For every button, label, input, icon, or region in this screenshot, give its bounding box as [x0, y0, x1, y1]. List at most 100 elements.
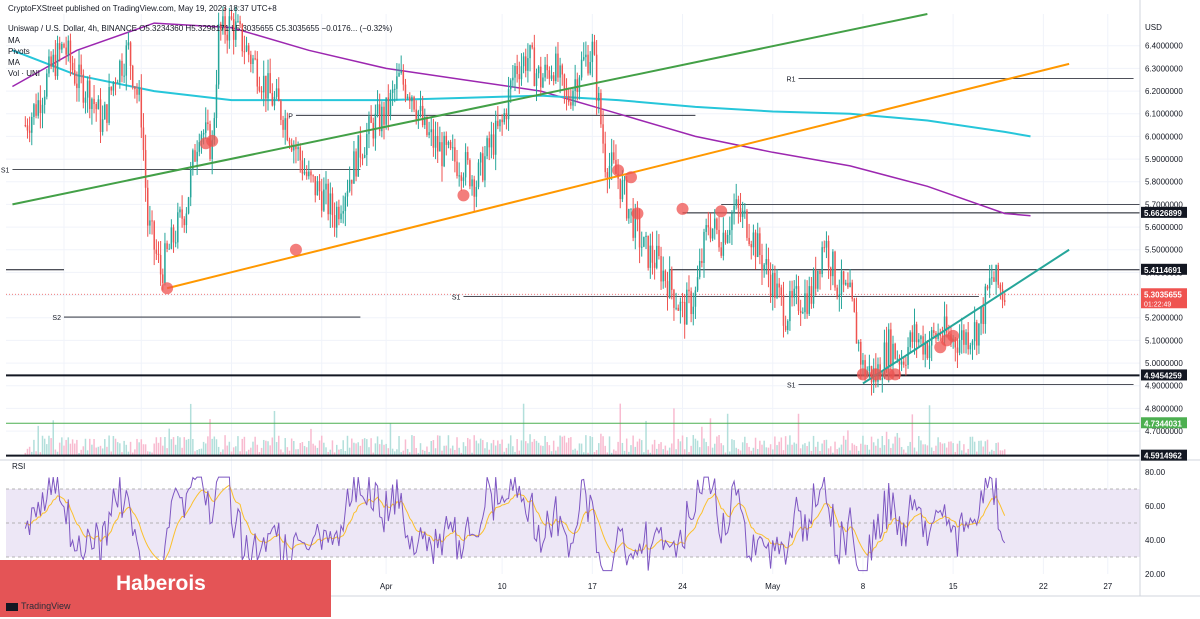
candle-body: [976, 322, 978, 346]
candle-body: [548, 70, 551, 79]
volume-bar: [864, 444, 866, 456]
candle-body: [963, 330, 965, 345]
price-tick-label: 5.1000000: [1145, 336, 1183, 345]
candle-body: [913, 324, 916, 342]
volume-bar: [207, 436, 209, 456]
candle-body: [613, 152, 615, 161]
candle-body: [323, 189, 325, 211]
volume-bar: [144, 444, 147, 456]
volume-bar: [542, 445, 544, 456]
volume-bar: [632, 435, 634, 456]
candle-body: [720, 247, 722, 256]
candle-body: [157, 253, 160, 255]
candle-body: [82, 74, 85, 103]
volume-bar: [823, 440, 826, 456]
candle-body: [1003, 300, 1006, 302]
volume-bar: [265, 440, 267, 456]
volume-bar: [48, 435, 50, 456]
candle-body: [67, 40, 70, 55]
candle-body: [817, 270, 819, 289]
candle-body: [802, 312, 804, 314]
candle-body: [237, 21, 239, 23]
candle-body: [374, 113, 377, 139]
candle-body: [651, 245, 654, 263]
volume-bar: [443, 445, 445, 456]
candle-body: [194, 150, 196, 162]
candle-body: [479, 153, 482, 163]
rsi-tick-label: 60.00: [1145, 502, 1166, 511]
volume-bar: [862, 435, 864, 456]
candle-body: [402, 71, 405, 85]
volume-bar: [561, 436, 564, 456]
indicator-ma[interactable]: MA: [8, 36, 20, 45]
volume-bar: [243, 436, 246, 456]
price-tick-label: 6.2000000: [1145, 87, 1183, 96]
volume-bar: [516, 439, 518, 456]
candle-body: [709, 227, 712, 239]
price-chart[interactable]: R1 P S1 S1 S2 S1 RSI USD 6.4000000 6.3000000 6.2…: [0, 0, 1200, 619]
indicator-ma-2[interactable]: MA: [8, 58, 20, 67]
indicator-pivots[interactable]: Pivots: [8, 47, 30, 56]
price-tick-label: 5.2000000: [1145, 314, 1183, 323]
volume-bar: [544, 435, 546, 456]
candle-body: [284, 118, 286, 130]
candle-body: [391, 89, 394, 93]
candle-body: [896, 358, 899, 360]
volume-bar: [621, 442, 624, 456]
candle-body: [204, 122, 207, 133]
candle-body: [499, 119, 501, 127]
candle-body: [490, 134, 493, 148]
candle-body: [868, 366, 871, 372]
price-label-text: 5.6626899: [1144, 209, 1182, 218]
price-label-text: 4.5914962: [1144, 452, 1182, 461]
time-tick-label: Apr: [380, 582, 393, 591]
price-label-text: 5.4114691: [1144, 266, 1182, 275]
candle-body: [39, 100, 42, 114]
volume-bar: [973, 441, 976, 456]
candle-body: [909, 332, 911, 348]
volume-bar: [559, 435, 561, 456]
candle-body: [342, 211, 344, 214]
candle-body: [351, 179, 353, 184]
candle-body: [273, 96, 276, 106]
indicator-volume[interactable]: Vol · UNI: [8, 69, 40, 78]
candle-body: [733, 205, 735, 214]
volume-bar: [602, 436, 604, 456]
candle-body: [404, 84, 407, 99]
pivot-label: S1: [1, 167, 10, 174]
candle-body: [383, 106, 385, 125]
candle-body: [943, 316, 946, 337]
tradingview-icon: [6, 602, 18, 611]
candle-body: [928, 345, 931, 359]
candle-body: [595, 54, 598, 101]
candle-body: [819, 270, 821, 275]
volume-bar: [378, 444, 381, 456]
candle-body: [716, 218, 718, 230]
candle-body: [76, 83, 78, 89]
candle-body: [982, 307, 984, 325]
volume-bar: [436, 435, 439, 456]
candle-body: [902, 361, 905, 365]
candle-body: [33, 104, 35, 117]
countdown-text: 01:22:49: [1144, 301, 1171, 308]
candle-body: [978, 323, 980, 346]
candle-body: [894, 343, 896, 359]
candle-body: [535, 73, 538, 86]
touch-marker: [206, 134, 219, 147]
volume-bar: [290, 438, 293, 456]
candle-body: [400, 71, 402, 73]
price-tick-label: 6.4000000: [1145, 42, 1183, 51]
volume-bar: [754, 437, 757, 456]
volume-bar: [507, 443, 510, 456]
volume-bar: [123, 440, 125, 456]
tradingview-logo[interactable]: TradingView: [6, 601, 71, 611]
volume-bar: [780, 437, 783, 456]
candle-body: [681, 301, 684, 303]
time-tick-label: 27: [1103, 582, 1112, 591]
volume-bar: [887, 439, 890, 456]
volume-bar: [426, 446, 428, 456]
candle-body: [149, 220, 151, 226]
volume-bar: [314, 445, 317, 456]
volume-bar: [789, 435, 791, 456]
volume-bar: [761, 444, 763, 456]
